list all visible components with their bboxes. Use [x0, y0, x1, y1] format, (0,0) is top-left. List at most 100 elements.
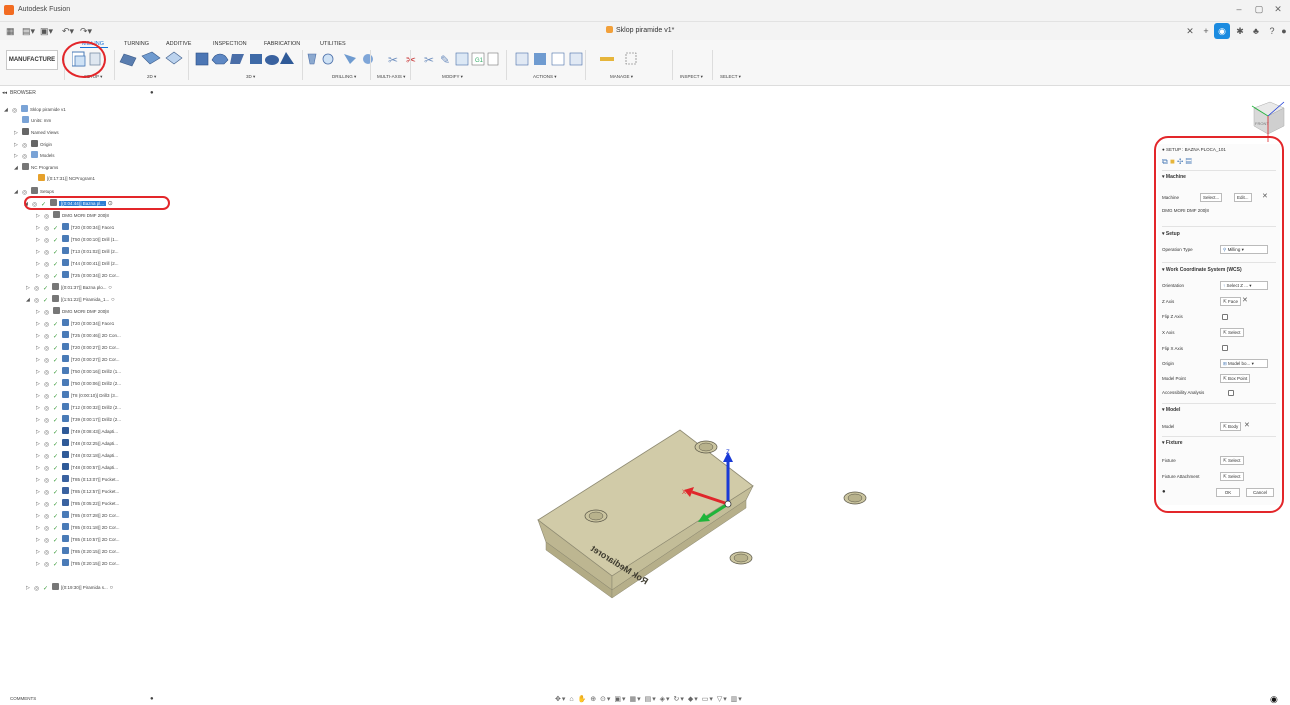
visibility-eye-icon[interactable]: ◎ [44, 320, 51, 328]
pan-icon[interactable]: ✋ [578, 696, 588, 703]
tree-row[interactable]: ◢ NC Programs [14, 162, 58, 173]
visibility-eye-icon[interactable]: ◎ [44, 272, 51, 280]
visibility-eye-icon[interactable]: ◎ [22, 152, 29, 160]
fit-icon[interactable]: ⊙ [600, 696, 607, 703]
camera-icon[interactable]: ◉ [1270, 694, 1278, 705]
tree-row[interactable]: ▷ ◎ ✓ [T44 (0:00:41)] Drill (2... [36, 258, 119, 269]
collapse-icon[interactable]: ▷ [36, 355, 44, 366]
collapse-icon[interactable]: ▷ [36, 331, 44, 342]
tree-row[interactable]: ▷ ◎ ✓ [T50 (0:00:10)] Drill (1... [36, 234, 119, 245]
tree-row[interactable]: ▷ ◎ ✓ [T48 (0:02:25)] Adapti... [36, 438, 118, 449]
collapse-icon[interactable]: ▷ [36, 319, 44, 330]
minimize-icon[interactable]: – [1232, 4, 1246, 14]
collapse-icon[interactable]: ▷ [26, 283, 34, 294]
tree-row[interactable]: ▷ ◎ ✓ [T8 (0:00:10)] Drill3 (3... [36, 390, 119, 401]
collapse-icon[interactable]: ▷ [14, 128, 22, 139]
tree-row[interactable]: ▷ ◎ ✓ [T85 (0:01:18)] 2D Cor... [36, 522, 120, 533]
expand-icon[interactable]: ◢ [14, 163, 22, 174]
apps-grid-icon[interactable]: ▦ [6, 26, 15, 37]
new-tab-icon[interactable]: + [1198, 23, 1214, 39]
close-tab-icon[interactable]: ✕ [1182, 23, 1198, 39]
tree-row[interactable]: ▷ ◎ ✓ [T20 (0:00:34)] Face1 [36, 318, 114, 329]
collapse-icon[interactable]: ▷ [36, 403, 44, 414]
visibility-eye-icon[interactable]: ◎ [34, 584, 41, 592]
tree-row[interactable]: ▷ ◎ ✓ [T85 (0:10:57)] 2D Cor... [36, 534, 120, 545]
visibility-eye-icon[interactable]: ◎ [44, 380, 51, 388]
group-3d[interactable]: 3D ▾ [246, 74, 255, 80]
tree-row[interactable]: Units: mm [14, 115, 51, 126]
redo-icon[interactable]: ↷▾ [80, 26, 92, 37]
tree-row[interactable]: ◢ ◎ Sklop piramide v1 [4, 104, 66, 115]
section-icon[interactable]: ◆ [688, 696, 694, 703]
undo-icon[interactable]: ↶▾ [62, 26, 74, 37]
visibility-eye-icon[interactable]: ◎ [22, 188, 29, 196]
collapse-icon[interactable]: ▷ [36, 211, 44, 222]
tree-row[interactable]: ▷ ◎ ✓ [T25 (0:00:34)] 2D Cor... [36, 270, 120, 281]
group-drilling[interactable]: DRILLING ▾ [332, 74, 356, 80]
comments-pin-icon[interactable]: ● [150, 696, 154, 702]
setup-status-icon[interactable]: ○ [109, 297, 115, 303]
file-icon[interactable]: ▤▾ [22, 26, 35, 37]
group-manage[interactable]: MANAGE ▾ [610, 74, 633, 80]
tree-row[interactable]: ▷ ◎ ✓ [T50 (0:00:16)] Drill2 (1... [36, 366, 121, 377]
visibility-eye-icon[interactable]: ◎ [44, 356, 51, 364]
tree-row[interactable]: ▷ ◎ ✓ [T48 (0:00:57)] Adapti... [36, 462, 118, 473]
group-modify[interactable]: MODIFY ▾ [442, 74, 463, 80]
collapse-icon[interactable]: ▷ [36, 475, 44, 486]
tab-turning[interactable]: TURNING [124, 41, 149, 47]
visibility-eye-icon[interactable]: ◎ [44, 476, 51, 484]
visibility-eye-icon[interactable]: ◎ [34, 296, 41, 304]
tree-row[interactable]: ▷ ◎ DMG MORI DMF 200|8 [36, 210, 109, 221]
visibility-eye-icon[interactable]: ◎ [44, 536, 51, 544]
tree-row[interactable]: ▷ ◎ DMG MORI DMF 200|8 [36, 306, 109, 317]
collapse-icon[interactable]: ▷ [36, 535, 44, 546]
expand-icon[interactable]: ◢ [14, 187, 22, 198]
visibility-eye-icon[interactable]: ◎ [44, 404, 51, 412]
tree-row[interactable]: ▷ ◎ ✓ [T12 (0:00:32)] Drill2 (2... [36, 402, 121, 413]
visibility-eye-icon[interactable]: ◎ [44, 548, 51, 556]
visibility-eye-icon[interactable]: ◎ [44, 308, 51, 316]
layout-icon[interactable]: ▭ [702, 696, 710, 703]
visibility-eye-icon[interactable]: ◎ [44, 560, 51, 568]
tab-additive[interactable]: ADDITIVE [166, 41, 191, 47]
expand-icon[interactable]: ◢ [26, 295, 34, 306]
tree-row[interactable]: ▷ ◎ ✓ [T85 (0:05:22)] Pocket... [36, 498, 119, 509]
visibility-eye-icon[interactable]: ◎ [34, 284, 41, 292]
collapse-icon[interactable]: ▷ [36, 463, 44, 474]
visibility-eye-icon[interactable]: ◎ [44, 392, 51, 400]
collapse-icon[interactable]: ▷ [14, 151, 22, 162]
tree-row[interactable]: ▷ ◎ ✓ [T49 (0:08:43)] Adapti... [36, 426, 118, 437]
tree-row[interactable]: ▷ ◎ Models [14, 150, 55, 161]
collapse-icon[interactable]: ▷ [36, 379, 44, 390]
tree-row[interactable]: ▷ ◎ ✓ [T13 (0:01:02)] Drill (2... [36, 246, 119, 257]
visibility-eye-icon[interactable]: ◎ [12, 106, 19, 114]
visibility-eye-icon[interactable]: ◎ [44, 332, 51, 340]
collapse-icon[interactable]: ▷ [36, 367, 44, 378]
zoom-icon[interactable]: ⊕ [590, 696, 597, 703]
collapse-icon[interactable]: ▷ [36, 259, 44, 270]
collapse-icon[interactable]: ▷ [36, 223, 44, 234]
browser-pin-icon[interactable]: ● [150, 90, 154, 96]
collapse-icon[interactable]: ▷ [36, 451, 44, 462]
group-actions[interactable]: ACTIONS ▾ [533, 74, 557, 80]
visibility-eye-icon[interactable]: ◎ [44, 248, 51, 256]
collapse-icon[interactable]: ▷ [36, 559, 44, 570]
display-settings-icon[interactable]: ▣ [614, 696, 622, 703]
look-at-icon[interactable]: ⌂ [569, 696, 574, 703]
collapse-icon[interactable]: ▷ [36, 439, 44, 450]
tree-row[interactable]: ▷ ◎ ✓ [T85 (0:12:57)] Pocket... [36, 486, 119, 497]
navigation-toolbar[interactable]: ✥▾ ⌂ ✋ ⊕ ⊙▾ ▣▾ ▦▾ ▤▾ ◈▾ ↻▾ ◆▾ ▭▾ ▽▾ ▥▾ [555, 695, 743, 703]
visibility-eye-icon[interactable]: ◎ [44, 488, 51, 496]
save-icon[interactable]: ▣▾ [40, 26, 53, 37]
notifications-icon[interactable]: ♣ [1248, 23, 1264, 39]
collapse-icon[interactable]: ▷ [36, 391, 44, 402]
setup-status-icon[interactable]: ○ [107, 285, 112, 291]
data-panel-icon[interactable]: ◉ [1214, 23, 1230, 39]
capture-icon[interactable]: ▥ [731, 696, 739, 703]
comments-panel[interactable]: COMMENTS ● [10, 696, 154, 702]
visibility-eye-icon[interactable]: ◎ [44, 464, 51, 472]
tree-row[interactable]: ▷ ◎ ✓ [T25 (0:00:46)] 2D Con... [36, 330, 121, 341]
collapse-icon[interactable]: ▷ [36, 499, 44, 510]
collapse-icon[interactable]: ▷ [36, 343, 44, 354]
rotate-view-icon[interactable]: ↻ [674, 696, 681, 703]
